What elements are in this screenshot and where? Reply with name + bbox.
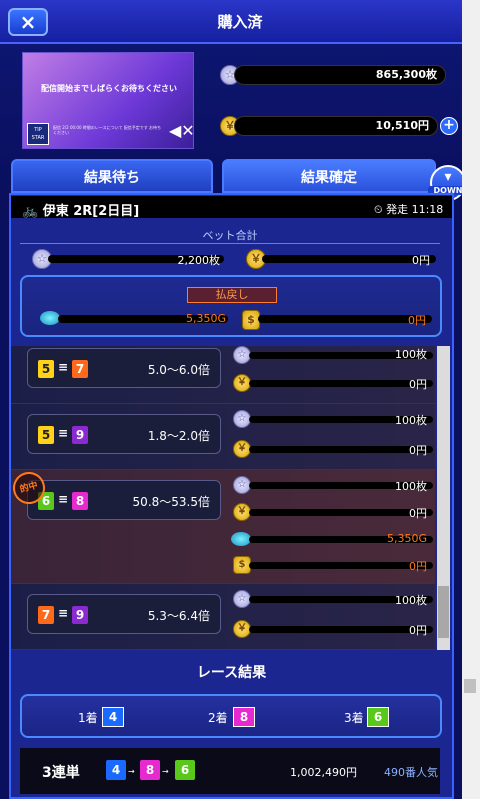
tab-confirmed[interactable]: 結果確定 bbox=[222, 159, 436, 193]
race-name-label: 伊東 2R[2日目] bbox=[42, 204, 140, 219]
video-info-text: 配信 2/2 00:00 時間のレースについて 配信予定です お待ちください bbox=[53, 125, 162, 135]
trifecta-num-1: 4 bbox=[106, 760, 126, 780]
cash-value: 0円 bbox=[409, 507, 427, 520]
place-2-num: 8 bbox=[233, 707, 255, 727]
place-3-num: 6 bbox=[367, 707, 389, 727]
place-1-label: 1着 bbox=[78, 711, 98, 725]
ticket-row-hit: 6 ≡ 8 50.8～53.5倍 ☆ 100枚 ￥ 0円 ◆ 5,350G $ … bbox=[11, 470, 435, 584]
combo-num-1: 5 bbox=[38, 360, 54, 378]
combo-num-2: 9 bbox=[72, 426, 88, 444]
place-2-label: 2着 bbox=[208, 711, 228, 725]
ticket-row: 7 ≡ 9 5.3～6.4倍 ☆ 100枚 ￥ 0円 bbox=[11, 584, 435, 650]
bet-total-label: ベット合計 bbox=[202, 229, 258, 242]
list-scroll-thumb[interactable] bbox=[438, 586, 449, 638]
video-player[interactable]: 配信開始までしばらくお待ちください TIP STAR 配信 2/2 00:00 … bbox=[22, 52, 195, 149]
place-1-num: 4 bbox=[102, 707, 124, 727]
trifecta-label: 3連単 bbox=[42, 765, 80, 781]
odds-value: 5.3～6.4倍 bbox=[147, 609, 210, 623]
results-box: 1着 4 2着 8 3着 6 bbox=[20, 694, 442, 738]
page-scroll-thumb[interactable] bbox=[464, 679, 476, 693]
mute-icon[interactable]: ◀✕ bbox=[169, 121, 195, 140]
start-time-label: 発走 11:18 bbox=[386, 203, 444, 216]
chevron-down-icon: ▾ bbox=[444, 169, 452, 185]
results-header: レース結果 bbox=[196, 665, 267, 681]
page-title: 購入済 bbox=[217, 13, 263, 31]
ticket-row: 5 ≡ 9 1.8～2.0倍 ☆ 100枚 ￥ 0円 bbox=[11, 404, 435, 470]
race-name: 🚲 伊東 2R[2日目] bbox=[22, 200, 139, 219]
payout-gems-value: 5,350G bbox=[185, 312, 226, 325]
place-3-label: 3着 bbox=[344, 711, 364, 725]
cash-value: 0円 bbox=[409, 624, 427, 637]
combo-box: 7 ≡ 9 5.3～6.4倍 bbox=[27, 594, 221, 634]
divider bbox=[20, 243, 440, 244]
trifecta-num-3: 6 bbox=[175, 760, 195, 780]
combo-num-1: 5 bbox=[38, 426, 54, 444]
cash-value: 0円 bbox=[409, 444, 427, 457]
cash-value: 0円 bbox=[409, 378, 427, 391]
clock-icon: ⏲ bbox=[374, 203, 383, 216]
combo-num-2: 9 bbox=[72, 606, 88, 624]
bet-value: 100枚 bbox=[395, 480, 427, 493]
equals-icon: ≡ bbox=[58, 426, 69, 440]
cash-bar bbox=[249, 380, 433, 387]
equals-icon: ≡ bbox=[58, 360, 69, 374]
combo-num-1: 7 bbox=[38, 606, 54, 624]
combo-box: 6 ≡ 8 50.8～53.5倍 bbox=[27, 480, 221, 520]
payout-cash-value: 0円 bbox=[408, 314, 426, 327]
odds-value: 1.8～2.0倍 bbox=[147, 429, 210, 443]
cash-bar bbox=[249, 509, 433, 516]
tab-pending[interactable]: 結果待ち bbox=[11, 159, 213, 193]
payout-bar bbox=[249, 562, 433, 569]
ticket-list[interactable]: 5 ≡ 7 5.0～6.0倍 ☆ 100枚 ￥ 0円 5 ≡ 9 1.8～2.0… bbox=[11, 346, 435, 650]
start-time: ⏲ 発走 11:18 bbox=[374, 201, 443, 217]
cash-bar bbox=[249, 626, 433, 633]
combo-num-2: 8 bbox=[72, 492, 88, 510]
payout-value: 0円 bbox=[409, 560, 427, 573]
plus-icon: + bbox=[443, 117, 455, 133]
cash-bar bbox=[249, 446, 433, 453]
equals-icon: ≡ bbox=[58, 606, 69, 620]
bet-points-value: 2,200枚 bbox=[177, 254, 221, 267]
bet-value: 100枚 bbox=[395, 414, 427, 427]
arrow-icon: → bbox=[128, 767, 135, 776]
odds-value: 5.0～6.0倍 bbox=[147, 363, 210, 377]
payout-label: 払戻し bbox=[187, 287, 277, 303]
cash-balance: 10,510円 bbox=[234, 116, 438, 136]
combo-num-2: 7 bbox=[72, 360, 88, 378]
trifecta-popularity: 490番人気 bbox=[384, 766, 438, 779]
bet-value: 100枚 bbox=[395, 594, 427, 607]
gem-icon: ◆ bbox=[231, 532, 251, 546]
video-message: 配信開始までしばらくお待ちください bbox=[41, 84, 177, 93]
arrow-icon: → bbox=[162, 767, 169, 776]
bet-cash-value: 0円 bbox=[412, 254, 430, 267]
combo-box: 5 ≡ 9 1.8～2.0倍 bbox=[27, 414, 221, 454]
trifecta-row bbox=[20, 748, 440, 794]
trifecta-payout: 1,002,490円 bbox=[290, 766, 357, 779]
gem-icon: ◆ bbox=[40, 311, 60, 325]
bicycle-icon: 🚲 bbox=[22, 204, 39, 219]
combo-box: 5 ≡ 7 5.0～6.0倍 bbox=[27, 348, 221, 388]
trifecta-num-2: 8 bbox=[140, 760, 160, 780]
add-cash-button[interactable]: + bbox=[440, 117, 458, 135]
equals-icon: ≡ bbox=[58, 492, 69, 506]
tipstar-logo: TIP STAR bbox=[27, 123, 49, 145]
bet-value: 100枚 bbox=[395, 348, 427, 361]
ticket-row: 5 ≡ 7 5.0～6.0倍 ☆ 100枚 ￥ 0円 bbox=[11, 346, 435, 404]
points-balance: 865,300枚 bbox=[234, 65, 446, 85]
gems-value: 5,350G bbox=[386, 532, 427, 545]
odds-value: 50.8～53.5倍 bbox=[132, 495, 210, 509]
